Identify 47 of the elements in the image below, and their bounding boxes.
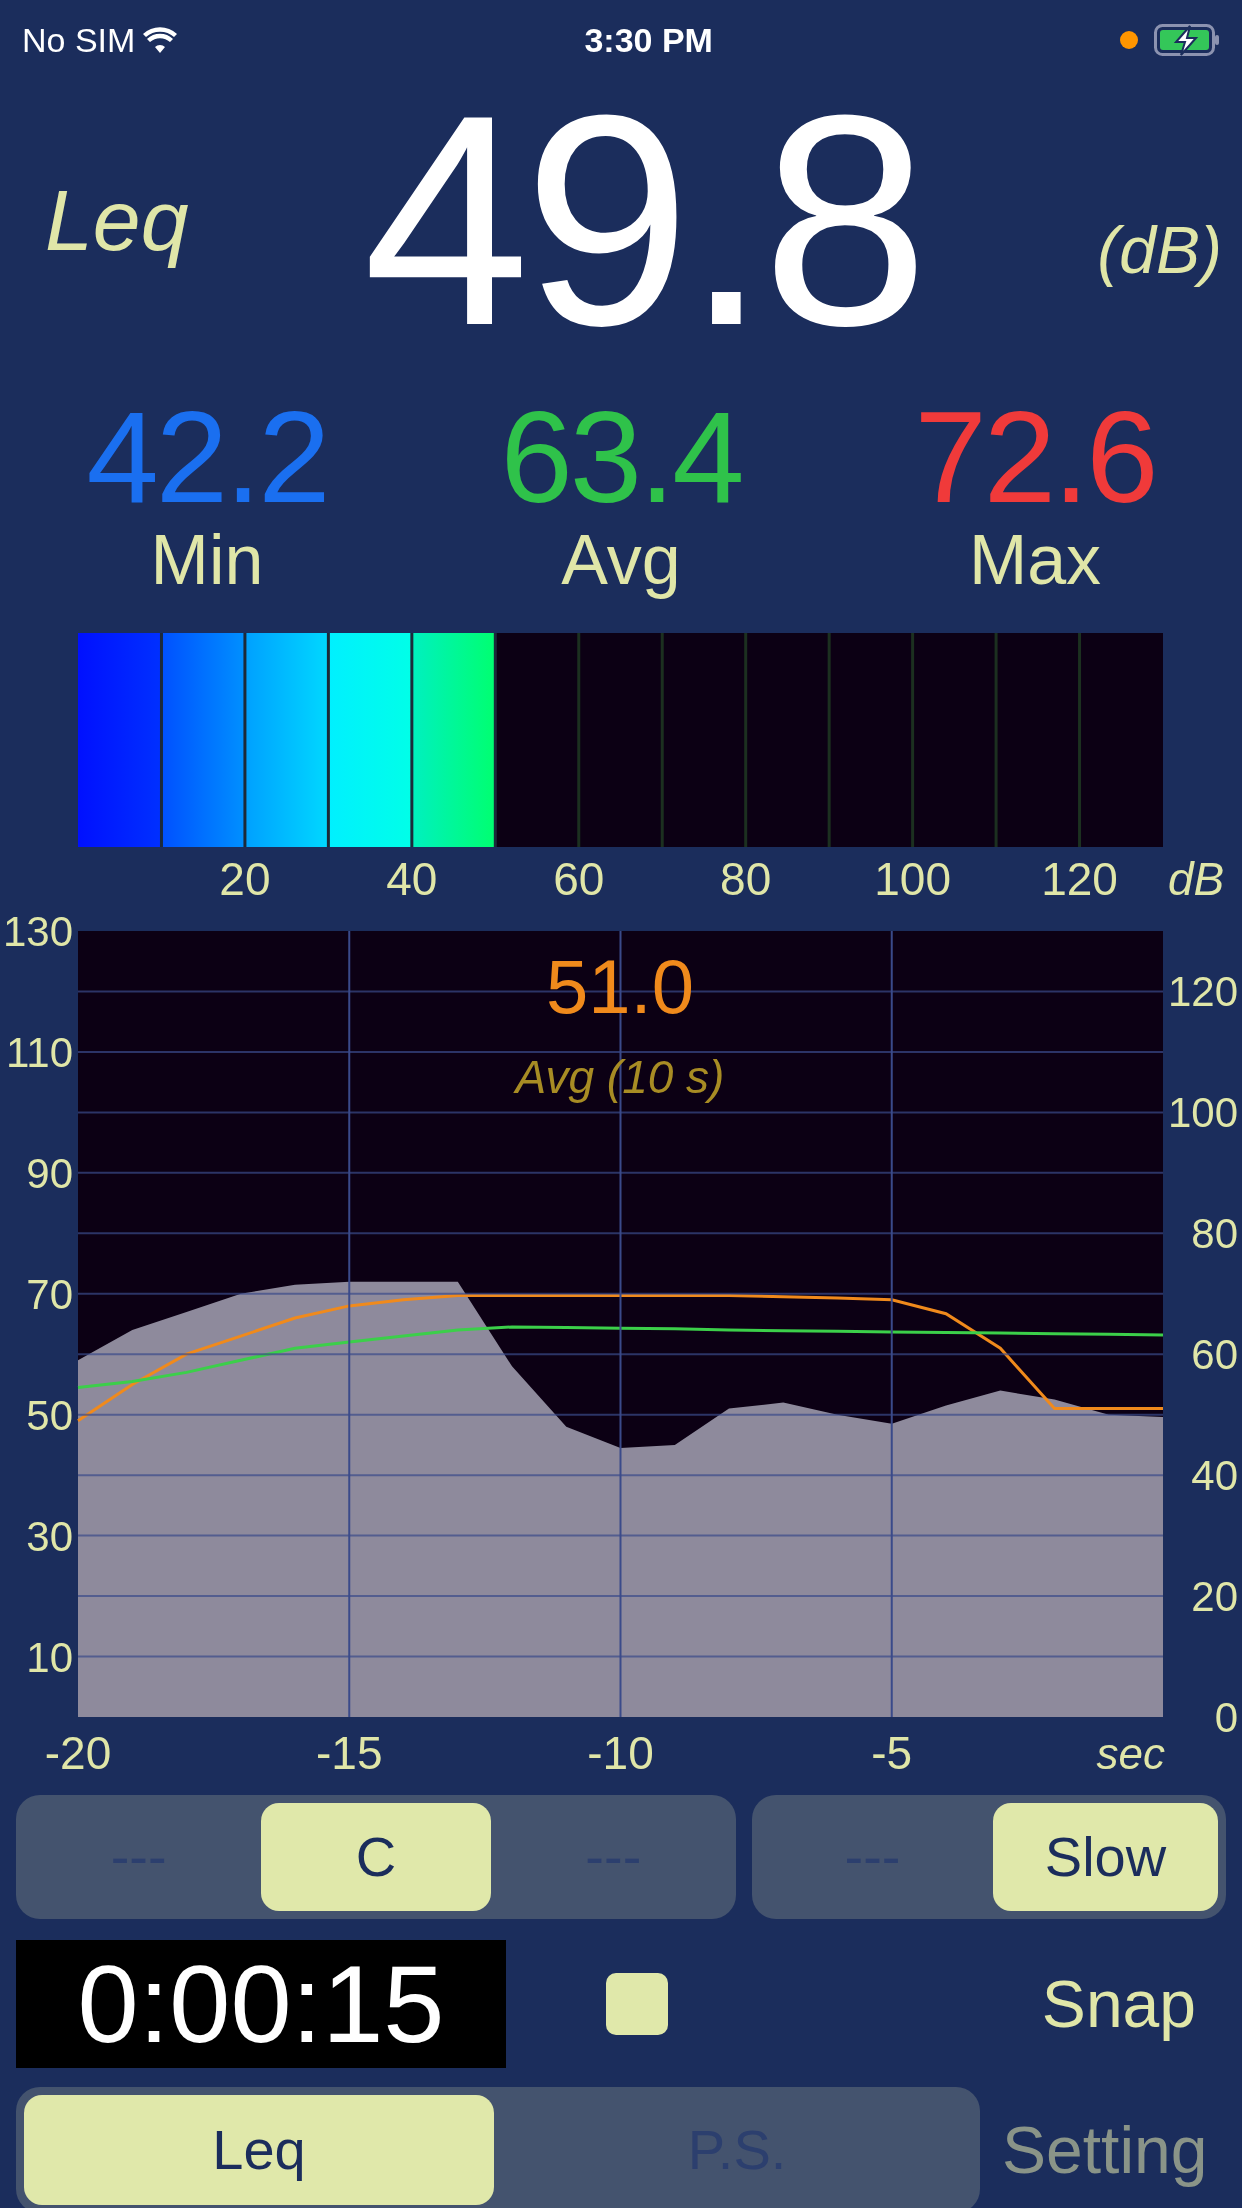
mode-label: Leq <box>45 170 189 270</box>
axis-label: 80 <box>1191 1210 1238 1258</box>
axis-title: sec <box>1096 1729 1165 1778</box>
segment-option[interactable]: Slow <box>993 1803 1218 1911</box>
status-time: 3:30 PM <box>584 19 713 61</box>
axis-label: 30 <box>26 1512 73 1560</box>
scale-label: 80 <box>720 853 772 905</box>
scale-label: 60 <box>553 853 605 905</box>
stat-label: Min <box>150 521 264 599</box>
stat-value: 72.6 <box>914 391 1156 522</box>
axis-label: 100 <box>1167 1089 1238 1137</box>
stop-button[interactable] <box>606 1973 668 2035</box>
battery-charging-icon <box>1154 24 1220 56</box>
scale-label: 120 <box>1041 853 1118 905</box>
segment-option[interactable]: Leq <box>24 2095 494 2205</box>
average-reading: 51.0 <box>546 944 694 1029</box>
segment-option[interactable]: C <box>261 1803 491 1911</box>
axis-label: 10 <box>26 1633 73 1681</box>
axis-label: -15 <box>316 1727 383 1779</box>
stat-value: 63.4 <box>500 391 742 522</box>
scale-label: 100 <box>874 853 951 905</box>
axis-label: 0 <box>1214 1694 1238 1741</box>
carrier-label: No SIM <box>22 19 136 61</box>
axis-label: 120 <box>1167 968 1238 1016</box>
axis-label: -5 <box>871 1727 913 1779</box>
axis-label: 50 <box>26 1391 73 1439</box>
timer-display: 0:00:15 <box>16 1940 506 2068</box>
scale-unit-label: dB <box>1168 853 1225 905</box>
axis-label: -10 <box>587 1727 654 1779</box>
axis-label: 40 <box>1191 1452 1238 1500</box>
axis-label: 20 <box>1191 1573 1238 1621</box>
privacy-dot-icon <box>1120 31 1138 49</box>
scale-label: 40 <box>386 853 438 905</box>
axis-label: 110 <box>6 1028 73 1076</box>
axis-label: 70 <box>26 1270 73 1318</box>
scale-label: 20 <box>219 853 271 905</box>
axis-label: 60 <box>1191 1331 1238 1379</box>
axis-label: -20 <box>44 1727 112 1779</box>
axis-label: 130 <box>2 913 73 955</box>
level-reading: 49.8 <box>362 70 923 370</box>
snap-button[interactable]: Snap <box>1035 1953 1202 2055</box>
stat-label: Max <box>968 521 1102 599</box>
stat-value: 42.2 <box>86 391 328 522</box>
stat-label: Avg <box>561 521 681 599</box>
axis-label: 90 <box>26 1149 73 1197</box>
wifi-icon <box>143 27 178 53</box>
unit-label: (dB) <box>1097 211 1222 289</box>
